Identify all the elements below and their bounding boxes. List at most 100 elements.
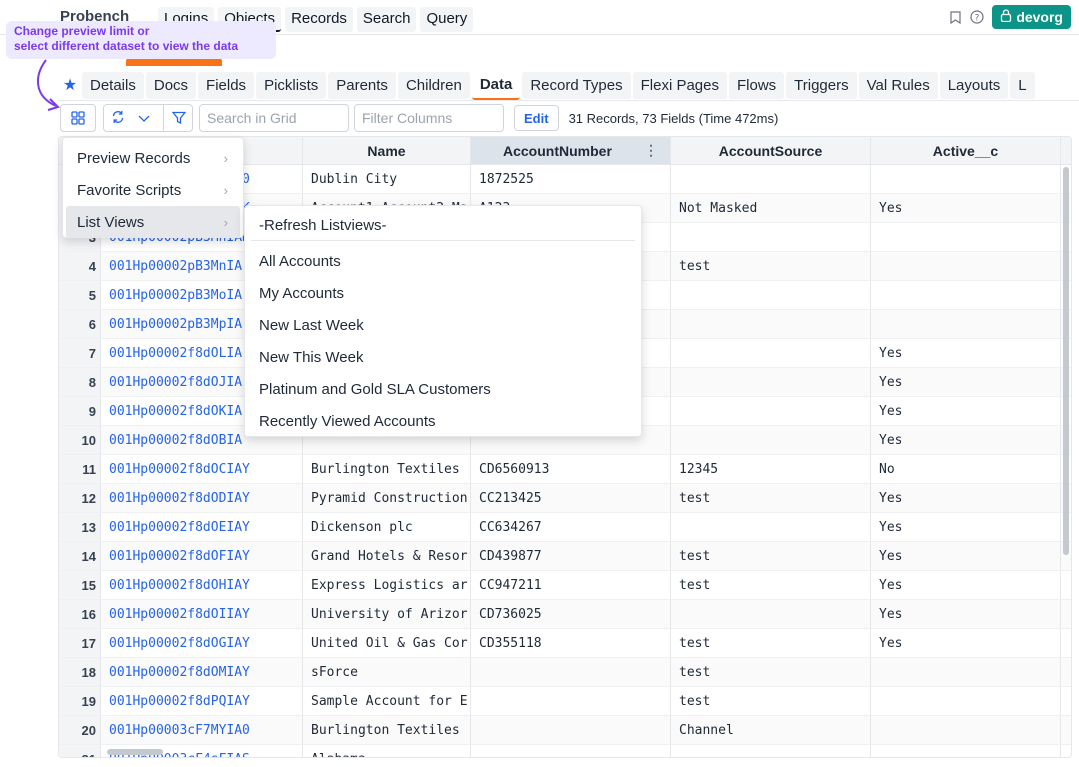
account-number-cell: CD6560913 (471, 455, 671, 483)
tab-record-types[interactable]: Record Types (522, 71, 631, 99)
account-source-cell: Not Masked (671, 194, 871, 222)
column-menu-icon[interactable]: ⋮ (644, 142, 658, 159)
nav-tab-query[interactable]: Query (420, 7, 474, 32)
nav-tab-search[interactable]: Search (356, 7, 417, 32)
listview-platinum-gold[interactable]: Platinum and Gold SLA Customers (251, 373, 635, 405)
listview-all-accounts[interactable]: All Accounts (251, 245, 635, 277)
tab-val-rules[interactable]: Val Rules (858, 71, 938, 99)
tab-more[interactable]: L (1010, 71, 1035, 99)
vertical-scrollbar[interactable] (1063, 167, 1069, 555)
row-number-cell: 8 (59, 368, 101, 396)
search-grid-input[interactable]: Search in Grid (199, 104, 349, 132)
row-number-cell: 11 (59, 455, 101, 483)
account-source-cell: Channel (671, 716, 871, 744)
menu-item-preview-records[interactable]: Preview Records › (66, 142, 240, 174)
active-cell: Yes (871, 426, 1061, 454)
row-number-cell: 13 (59, 513, 101, 541)
chevron-right-icon: › (223, 182, 228, 198)
id-cell[interactable]: 001Hp00002f8dOHIAY (101, 571, 303, 599)
tab-docs[interactable]: Docs (145, 71, 197, 99)
tab-parents[interactable]: Parents (328, 71, 396, 99)
listview-new-this-week[interactable]: New This Week (251, 341, 635, 373)
tab-flows[interactable]: Flows (728, 71, 785, 99)
refresh-listviews-item[interactable]: -Refresh Listviews- (251, 210, 635, 241)
tab-triggers[interactable]: Triggers (786, 71, 857, 99)
org-button[interactable]: devorg (992, 5, 1071, 29)
tab-fields[interactable]: Fields (198, 71, 255, 99)
row-number-cell: 18 (59, 658, 101, 686)
row-number-cell: 12 (59, 484, 101, 512)
refresh-icon[interactable] (111, 110, 125, 127)
id-cell[interactable]: 001Hp00002f8dOFIAY (101, 542, 303, 570)
id-cell[interactable]: 001Hp00002f8dPQIAY (101, 687, 303, 715)
menu-item-list-views[interactable]: List Views › (66, 206, 240, 238)
account-number-cell: CC947211 (471, 571, 671, 599)
account-number-cell: CD439877 (471, 542, 671, 570)
callout-line-1: Change preview limit or (14, 24, 150, 38)
menu-item-favorite-scripts[interactable]: Favorite Scripts › (66, 174, 240, 206)
id-cell[interactable]: 001Hp00002f8dOGIAY (101, 629, 303, 657)
tab-children[interactable]: Children (397, 71, 470, 99)
id-cell[interactable]: 001Hp00002f8dOCIAY (101, 455, 303, 483)
table-row[interactable]: 19 001Hp00002f8dPQIAY Sample Account for E… (59, 687, 1071, 716)
active-cell: Yes (871, 571, 1061, 599)
id-cell[interactable]: 001Hp00003cF7MYIA0 (101, 716, 303, 744)
id-cell[interactable]: 001Hp00002f8dOIIAY (101, 600, 303, 628)
account-number-cell (471, 745, 671, 757)
table-row[interactable]: 17 001Hp00002f8dOGIAY United Oil & Gas Cor… (59, 629, 1071, 658)
help-icon[interactable]: ? (970, 10, 984, 24)
table-row[interactable]: 12 001Hp00002f8dODIAY Pyramid Construction… (59, 484, 1071, 513)
account-source-cell: test (671, 658, 871, 686)
id-cell[interactable]: 001Hp00002f8dODIAY (101, 484, 303, 512)
help-callout: Change preview limit or select different… (6, 21, 276, 59)
header-active[interactable]: Active__c (871, 137, 1061, 164)
table-row[interactable]: 18 001Hp00002f8dOMIAY sForce test (59, 658, 1071, 687)
row-number-cell: 21 (59, 745, 101, 757)
table-row[interactable]: 14 001Hp00002f8dOFIAY Grand Hotels & Resor… (59, 542, 1071, 571)
name-cell: Pyramid Construction (303, 484, 471, 512)
active-cell: Yes (871, 542, 1061, 570)
active-cell: Yes (871, 484, 1061, 512)
tab-details[interactable]: Details (82, 71, 144, 99)
listview-recently-viewed[interactable]: Recently Viewed Accounts (251, 405, 635, 437)
active-cell (871, 165, 1061, 193)
id-cell[interactable]: 001Hp00002f8dOEIAY (101, 513, 303, 541)
table-row[interactable]: 13 001Hp00002f8dOEIAY Dickenson plc CC63426… (59, 513, 1071, 542)
chevron-down-icon[interactable] (138, 110, 150, 126)
callout-arrow-icon (36, 59, 60, 111)
filter-columns-input[interactable]: Filter Columns (354, 104, 504, 132)
active-cell (871, 658, 1061, 686)
account-source-cell: test (671, 571, 871, 599)
table-row[interactable]: 21001Hp00003cF4sFIASAlabama (59, 745, 1071, 757)
header-name[interactable]: Name (303, 137, 471, 164)
name-cell: United Oil & Gas Cor (303, 629, 471, 657)
edit-button[interactable]: Edit (514, 105, 559, 131)
tab-picklists[interactable]: Picklists (256, 71, 327, 99)
bookmark-icon[interactable] (948, 10, 962, 24)
active-cell: Yes (871, 397, 1061, 425)
tab-data[interactable]: Data (471, 70, 521, 100)
listview-new-last-week[interactable]: New Last Week (251, 309, 635, 341)
table-row[interactable]: 20 001Hp00003cF7MYIA0 Burlington Textiles C… (59, 716, 1071, 745)
tab-layouts[interactable]: Layouts (939, 71, 1009, 99)
table-row[interactable]: 16 001Hp00002f8dOIIAY University of Arizor… (59, 600, 1071, 629)
account-source-cell (671, 339, 871, 367)
account-source-cell (671, 745, 871, 757)
header-account-number[interactable]: AccountNumber ⋮ (471, 137, 671, 164)
table-row[interactable]: 11 001Hp00002f8dOCIAY Burlington Textiles C… (59, 455, 1071, 484)
row-number-cell: 20 (59, 716, 101, 744)
account-number-cell: CD355118 (471, 629, 671, 657)
tab-flexi-pages[interactable]: Flexi Pages (632, 71, 727, 99)
account-number-cell: CC634267 (471, 513, 671, 541)
horizontal-scrollbar[interactable] (107, 749, 163, 755)
active-cell: Yes (871, 513, 1061, 541)
grid-icon (71, 111, 85, 125)
id-cell[interactable]: 001Hp00002f8dOMIAY (101, 658, 303, 686)
table-row[interactable]: 15 001Hp00002f8dOHIAY Express Logistics ar… (59, 571, 1071, 600)
header-account-source[interactable]: AccountSource (671, 137, 871, 164)
filter-icon[interactable] (162, 105, 186, 131)
list-views-submenu: -Refresh Listviews- All Accounts My Acco… (244, 205, 642, 437)
nav-tab-records[interactable]: Records (285, 7, 353, 32)
account-source-cell (671, 426, 871, 454)
listview-my-accounts[interactable]: My Accounts (251, 277, 635, 309)
